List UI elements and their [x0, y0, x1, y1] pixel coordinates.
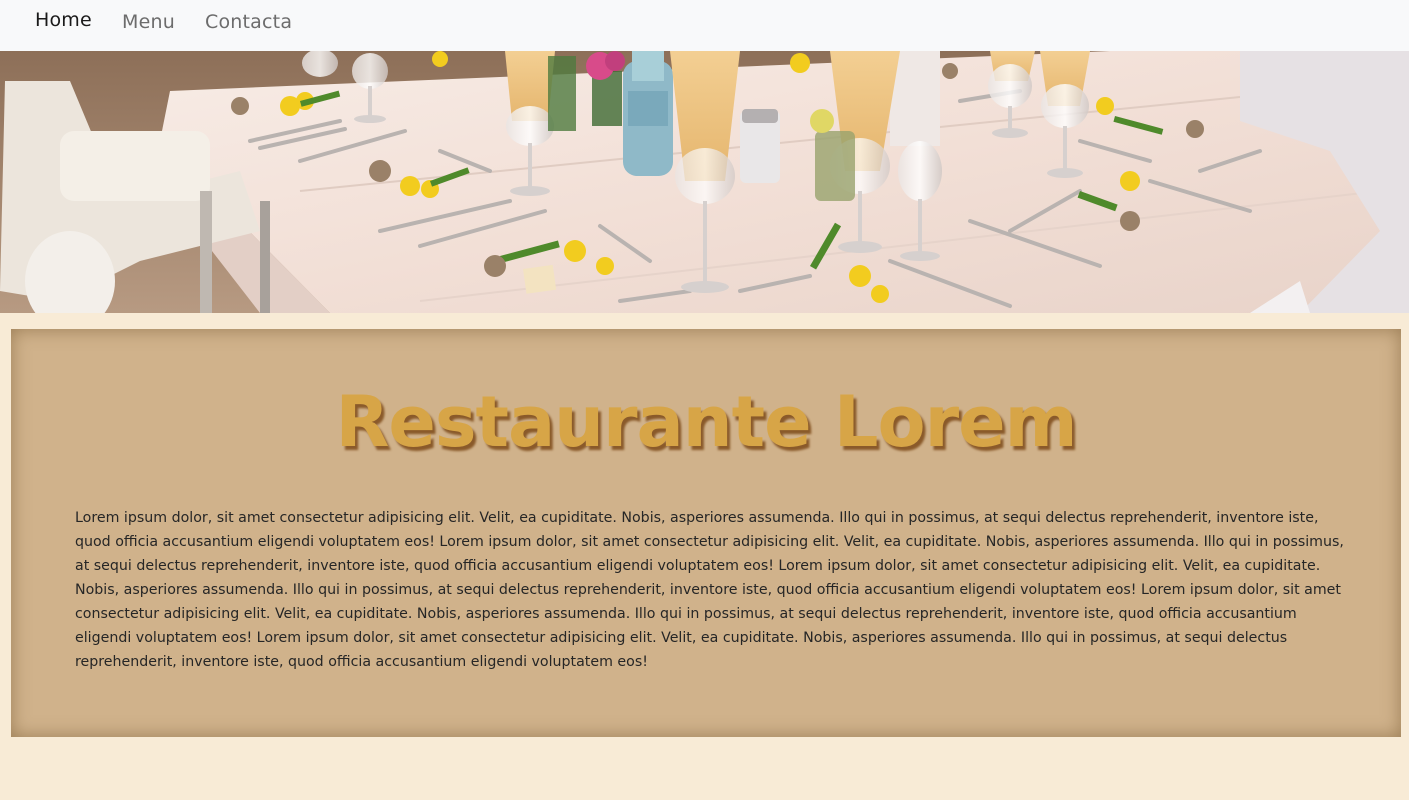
- hero-image: [0, 51, 1409, 313]
- restaurant-table-photo: [0, 51, 1409, 313]
- nav-link-home[interactable]: Home: [35, 9, 92, 31]
- nav-link-contacta[interactable]: Contacta: [205, 11, 292, 33]
- page-title: Restaurante Lorem: [335, 381, 1077, 463]
- content-card: Restaurante Lorem Lorem ipsum dolor, sit…: [11, 329, 1401, 737]
- intro-paragraph: Lorem ipsum dolor, sit amet consectetur …: [75, 510, 1344, 670]
- top-navbar: Home Menu Contacta: [0, 0, 1409, 51]
- nav-link-menu[interactable]: Menu: [122, 11, 175, 33]
